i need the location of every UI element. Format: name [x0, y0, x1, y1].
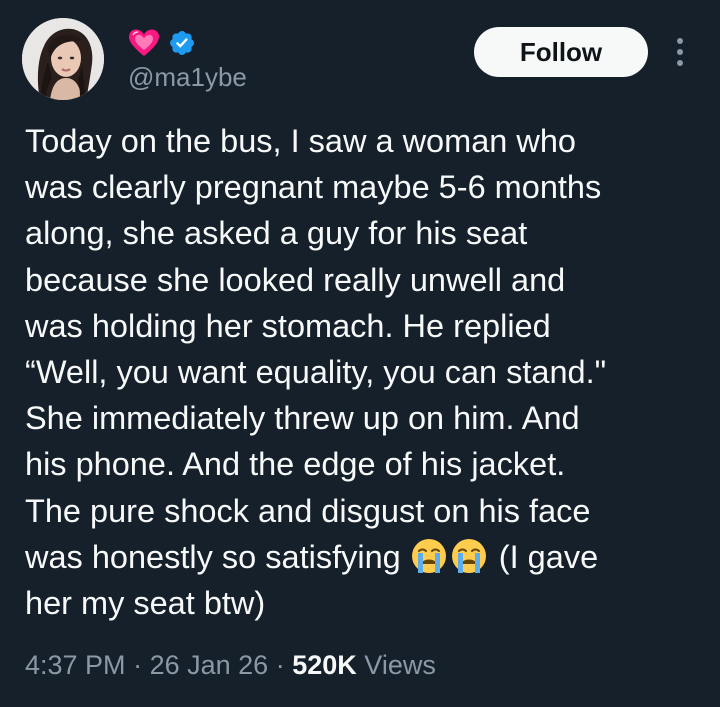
heart-icon	[128, 28, 160, 58]
tweet-text-line: was clearly pregnant maybe 5-6 months	[25, 169, 602, 206]
tweet-text-line: “Well, you want equality, you can stand.…	[25, 354, 607, 391]
tweet-text-line: Today on the bus, I saw a woman who	[25, 123, 577, 159]
views-label[interactable]: Views	[364, 650, 436, 680]
tweet-time[interactable]: 4:37 PM	[25, 650, 126, 680]
views-count[interactable]: 520K	[292, 650, 357, 680]
tweet-text-line: her my seat btw)	[25, 585, 266, 622]
tweet-text-segment: (I gave	[498, 538, 599, 575]
crying-face-icon	[410, 537, 448, 575]
tweet-text: Today on the bus, I saw a woman who was …	[25, 118, 705, 626]
tweet-text-line-with-emoji: was honestly so satisfying (I gave	[25, 534, 705, 580]
crying-face-icon	[450, 537, 488, 575]
tweet-card: @ma1ybe Follow Today on the bus, I saw a…	[0, 0, 720, 707]
avatar-image	[22, 18, 104, 100]
author-name-row[interactable]	[128, 26, 196, 60]
author-handle[interactable]: @ma1ybe	[128, 60, 247, 94]
meta-separator: ·	[275, 650, 285, 680]
follow-button[interactable]: Follow	[474, 27, 648, 77]
verified-badge-icon[interactable]	[168, 29, 196, 57]
more-options-icon[interactable]	[666, 34, 694, 70]
tweet-text-segment: was honestly so satisfying	[25, 538, 401, 575]
tweet-date[interactable]: 26 Jan 26	[150, 650, 269, 680]
tweet-text-line: because she looked really unwell and	[25, 261, 566, 298]
tweet-text-line: The pure shock and disgust on his face	[25, 492, 591, 529]
tweet-text-line: his phone. And the edge of his jacket.	[25, 446, 566, 483]
tweet-meta: 4:37 PM · 26 Jan 26 · 520K Views	[25, 645, 436, 685]
meta-separator: ·	[133, 650, 143, 680]
tweet-text-line: was holding her stomach. He replied	[25, 307, 551, 344]
tweet-text-line: along, she asked a guy for his seat	[25, 215, 528, 252]
tweet-text-line: She immediately threw up on him. And	[25, 400, 580, 437]
avatar[interactable]	[22, 18, 104, 100]
